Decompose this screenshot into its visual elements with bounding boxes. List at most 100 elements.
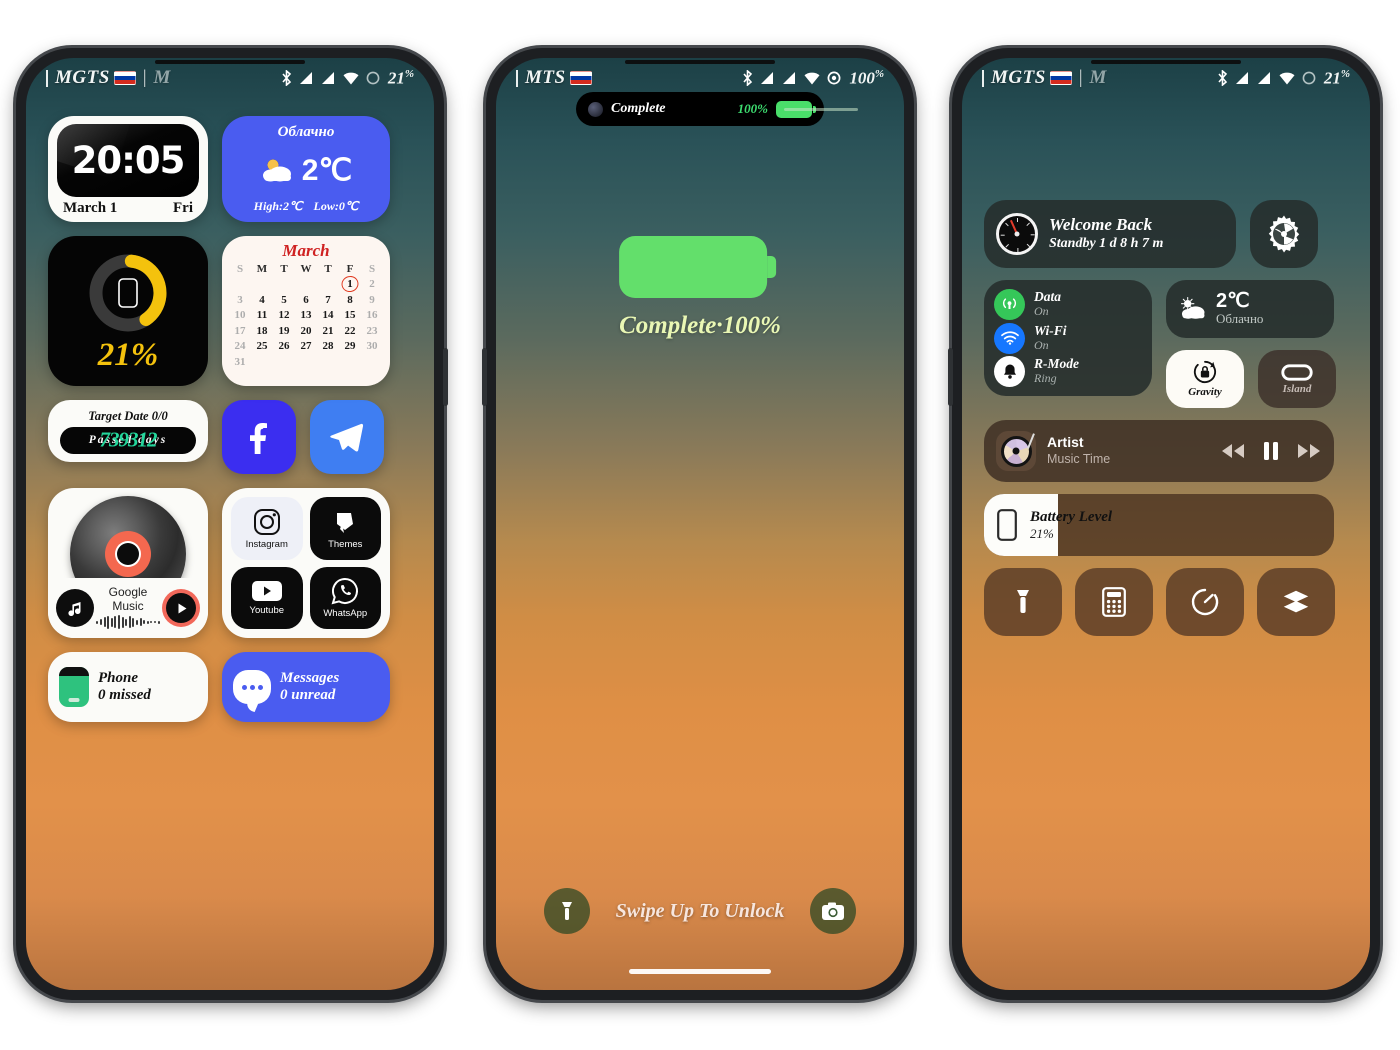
screen-record-shortcut[interactable] [1257,568,1335,636]
calendar-day[interactable]: 9 [361,293,383,308]
calendar-day[interactable]: 21 [317,324,339,339]
music-widget[interactable]: Google Music [48,488,208,638]
next-icon [1298,444,1320,458]
flashlight-button[interactable] [543,888,590,934]
home-indicator[interactable] [629,969,771,974]
instagram-app[interactable]: Instagram [231,497,303,560]
calendar-day[interactable]: 14 [317,308,339,323]
calendar-widget[interactable]: March S M T W T F S 1 2 3 4 5 6 7 8 9 10 11 12 13 14 15 16 17 18… [222,236,390,386]
calendar-day[interactable]: 1 [339,277,361,292]
calendar-day[interactable]: 27 [295,339,317,354]
phone-widget[interactable]: Phone 0 missed [48,652,208,722]
calendar-day[interactable]: 17 [229,324,251,339]
calculator-icon [1102,587,1126,617]
carrier-label: MGTS | M [46,67,171,89]
calendar-day[interactable]: 12 [273,308,295,323]
calendar-month: March [282,241,330,260]
calendar-day[interactable]: 16 [361,308,383,323]
calendar-day[interactable]: 6 [295,293,317,308]
youtube-app[interactable]: Youtube [231,566,303,629]
calendar-day[interactable]: 13 [295,308,317,323]
cc-row-welcome: Welcome Back Standby 1 d 8 h 7 m [984,200,1348,268]
waveform-bar [153,621,156,623]
themes-app[interactable]: Themes [309,497,381,560]
lock-screen-actions: Swipe Up To Unlock [496,888,904,934]
weather-widget[interactable]: Облачно 2℃ High:2℃ Low:0℃ [222,116,390,222]
calendar-day[interactable]: 28 [317,339,339,354]
calendar-blank [361,355,383,370]
music-waveform [94,615,162,629]
music-play-button[interactable] [162,589,200,627]
calendar-day[interactable]: 2 [361,277,383,292]
calendar-day[interactable]: 3 [229,293,251,308]
phone-app-icon [59,667,89,707]
calendar-day[interactable]: 23 [361,324,383,339]
calendar-day[interactable]: 26 [273,339,295,354]
settings-button[interactable] [1250,200,1318,268]
calendar-day[interactable]: 10 [229,308,251,323]
flashlight-shortcut[interactable] [984,568,1062,636]
calendar-day[interactable]: 11 [251,308,273,323]
toggle-ringmode-name: R-Mode [1034,356,1079,372]
calendar-day[interactable]: 30 [361,339,383,354]
music-note-button[interactable] [56,589,94,627]
welcome-card[interactable]: Welcome Back Standby 1 d 8 h 7 m [984,200,1236,268]
calendar-day[interactable]: 31 [229,355,251,370]
calendar-day[interactable]: 19 [273,324,295,339]
messages-widget[interactable]: Messages 0 unread [222,652,390,722]
calendar-day[interactable]: 25 [251,339,273,354]
instagram-icon [253,508,280,535]
island-label: Complete [611,101,666,116]
media-player-card[interactable]: Artist Music Time [984,420,1334,482]
waveform-bar [121,616,124,628]
cc-row-battery: Battery Level 21% [984,494,1348,556]
calculator-shortcut[interactable] [1075,568,1153,636]
facebook-app-icon[interactable] [222,400,296,474]
toggle-wifi[interactable]: Wi-Fi On [994,322,1142,354]
calendar-day[interactable]: 18 [251,324,273,339]
calendar-day[interactable]: 15 [339,308,361,323]
calendar-day[interactable]: 8 [339,293,361,308]
battery-level-card[interactable]: Battery Level 21% [984,494,1334,556]
side-button[interactable] [443,348,448,406]
camera-button[interactable] [810,888,857,934]
calendar-day[interactable]: 24 [229,339,251,354]
themes-label: Themes [328,538,363,550]
weather-card[interactable]: 2℃ Облачно [1166,280,1334,338]
target-date-widget[interactable]: Target Date 0/0 Passed days 739312 [48,400,208,462]
battery-circle-icon [366,71,380,85]
whatsapp-app[interactable]: WhatsApp [309,566,381,629]
calendar-day[interactable]: 20 [295,324,317,339]
calendar-day[interactable]: 4 [251,293,273,308]
side-button[interactable] [482,348,487,406]
calendar-blank [273,277,295,292]
wifi-icon [804,72,820,84]
gravity-lock-button[interactable]: Gravity [1166,350,1244,408]
calendar-day[interactable]: 5 [273,293,295,308]
status-bar: MGTS | M 21% [962,64,1370,92]
calendar-day[interactable]: 7 [317,293,339,308]
side-button[interactable] [948,348,953,406]
toggle-data[interactable]: Data On [994,289,1142,320]
battery-percent: 21% [1323,67,1350,88]
screenshot-stage: MGTS | M 21% 20:05 March 1 Fri Облачно 2… [0,0,1400,1050]
calendar-day[interactable]: 22 [339,324,361,339]
camera-icon [822,902,845,920]
carrier-name: MTS [525,67,566,88]
widget-row-2: 21% March S M T W T F S 1 2 3 4 5 6 7 8 9 10 11 12 13 14 15 16… [48,236,412,386]
waveform-bar [132,617,135,627]
telegram-app-icon[interactable] [310,400,384,474]
messages-widget-title: Messages [280,669,340,686]
welcome-text: Welcome Back Standby 1 d 8 h 7 m [1049,215,1163,252]
timer-shortcut[interactable] [1166,568,1244,636]
clock-widget[interactable]: 20:05 March 1 Fri [48,116,208,222]
youtube-icon [251,581,282,602]
island-toggle-button[interactable]: Island [1258,350,1336,408]
island-progress-line [784,108,858,111]
target-date-number: 739312 [99,427,158,452]
toggle-ringmode[interactable]: R-Mode Ring [994,356,1142,387]
phone-widget-text: Phone 0 missed [98,670,151,705]
app-folder-widget[interactable]: Instagram Themes Youtube WhatsApp [222,488,390,638]
battery-ring-widget[interactable]: 21% [48,236,208,386]
calendar-day[interactable]: 29 [339,339,361,354]
